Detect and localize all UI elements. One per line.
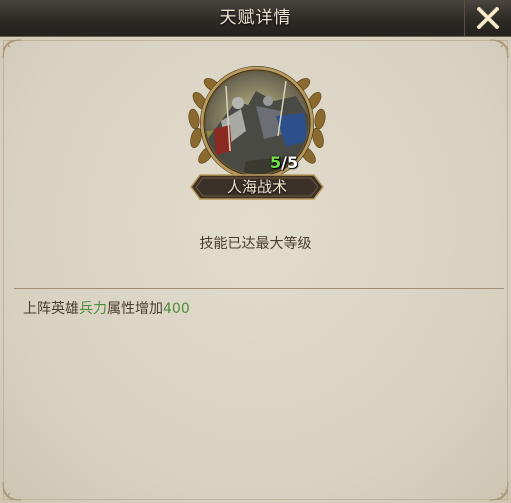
talent-icon (188, 66, 326, 180)
talent-level: 5/5 (270, 153, 298, 172)
max-level-status: 技能已达最大等级 (199, 236, 312, 252)
close-x-icon (477, 7, 499, 29)
content-panel: 5/5 人海战术 技能已达最大等级 上阵英雄兵力属性增加400 (0, 37, 511, 503)
dialog-title: 天赋详情 (219, 8, 292, 28)
desc-prefix: 上阵英雄 (23, 301, 79, 317)
corner-ornament-icon (2, 39, 22, 59)
divider (14, 288, 504, 289)
level-current: 5 (270, 153, 282, 172)
level-max: 5 (286, 153, 299, 172)
talent-name: 人海战术 (226, 178, 287, 196)
desc-attribute: 兵力 (79, 301, 107, 317)
corner-ornament-icon (2, 481, 22, 501)
talent-detail-dialog: 天赋详情 5/5 人海战术 技能已达最大等级 上阵英雄兵力属性增加400 (0, 0, 511, 503)
corner-ornament-icon (489, 481, 509, 501)
talent-description: 上阵英雄兵力属性增加400 (23, 298, 190, 318)
desc-middle: 属性增加 (107, 301, 163, 317)
title-bar: 天赋详情 (0, 0, 511, 37)
close-button[interactable] (464, 0, 511, 36)
desc-value: 400 (163, 301, 190, 317)
corner-ornament-icon (489, 39, 509, 59)
